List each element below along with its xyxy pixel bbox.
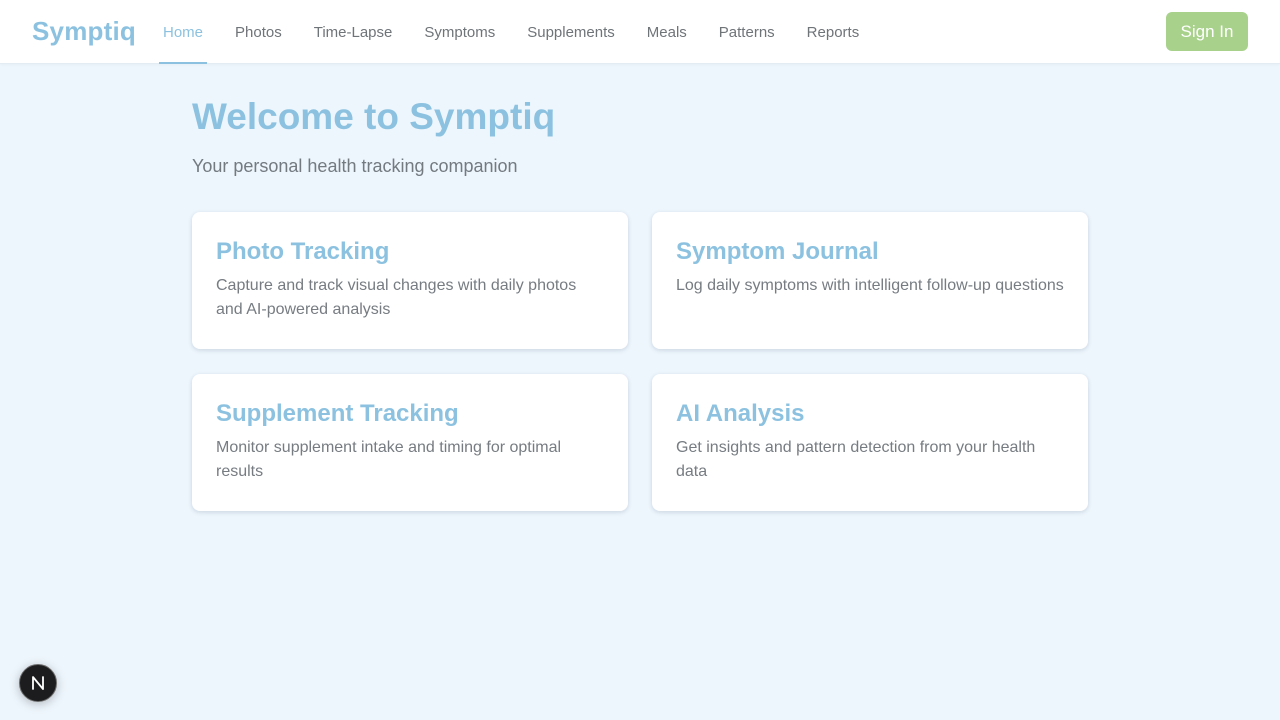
nextjs-logo-icon xyxy=(32,676,44,690)
feature-card-title: Photo Tracking xyxy=(216,238,390,265)
feature-cards-grid: Photo Tracking Capture and track visual … xyxy=(192,212,1088,511)
feature-card-supplement-tracking: Supplement Tracking Monitor supplement i… xyxy=(192,374,628,511)
nav-item-reports[interactable]: Reports xyxy=(803,0,864,64)
feature-card-title: Symptom Journal xyxy=(676,238,879,265)
feature-card-symptom-journal: Symptom Journal Log daily symptoms with … xyxy=(652,212,1088,349)
page-subtitle: Your personal health tracking companion xyxy=(192,156,518,176)
nextjs-dev-tools-button[interactable] xyxy=(19,664,57,702)
sign-in-button[interactable]: Sign In xyxy=(1166,12,1248,51)
feature-card-description: Get insights and pattern detection from … xyxy=(676,439,1036,480)
feature-card-description: Log daily symptoms with intelligent foll… xyxy=(676,277,1064,294)
nav-item-symptoms[interactable]: Symptoms xyxy=(420,0,499,64)
nav-item-time-lapse[interactable]: Time-Lapse xyxy=(310,0,397,64)
feature-card-ai-analysis: AI Analysis Get insights and pattern det… xyxy=(652,374,1088,511)
feature-card-description: Monitor supplement intake and timing for… xyxy=(216,439,562,480)
nav-item-home[interactable]: Home xyxy=(159,0,208,64)
top-navigation-bar: Symptiq Home Photos Time-Lapse Symptoms … xyxy=(0,0,1280,64)
nav-item-meals[interactable]: Meals xyxy=(643,0,691,64)
feature-card-description: Capture and track visual changes with da… xyxy=(216,277,577,318)
feature-card-photo-tracking: Photo Tracking Capture and track visual … xyxy=(192,212,628,349)
brand-logo[interactable]: Symptiq xyxy=(32,16,136,47)
nav-item-photos[interactable]: Photos xyxy=(231,0,286,64)
nav-item-supplements[interactable]: Supplements xyxy=(523,0,619,64)
feature-card-title: Supplement Tracking xyxy=(216,400,459,427)
nav-item-patterns[interactable]: Patterns xyxy=(715,0,779,64)
page-title: Welcome to Symptiq xyxy=(192,96,556,137)
main-content: Welcome to Symptiq Your personal health … xyxy=(192,96,1088,511)
nav-links: Home Photos Time-Lapse Symptoms Suppleme… xyxy=(159,0,887,64)
feature-card-title: AI Analysis xyxy=(676,400,805,427)
